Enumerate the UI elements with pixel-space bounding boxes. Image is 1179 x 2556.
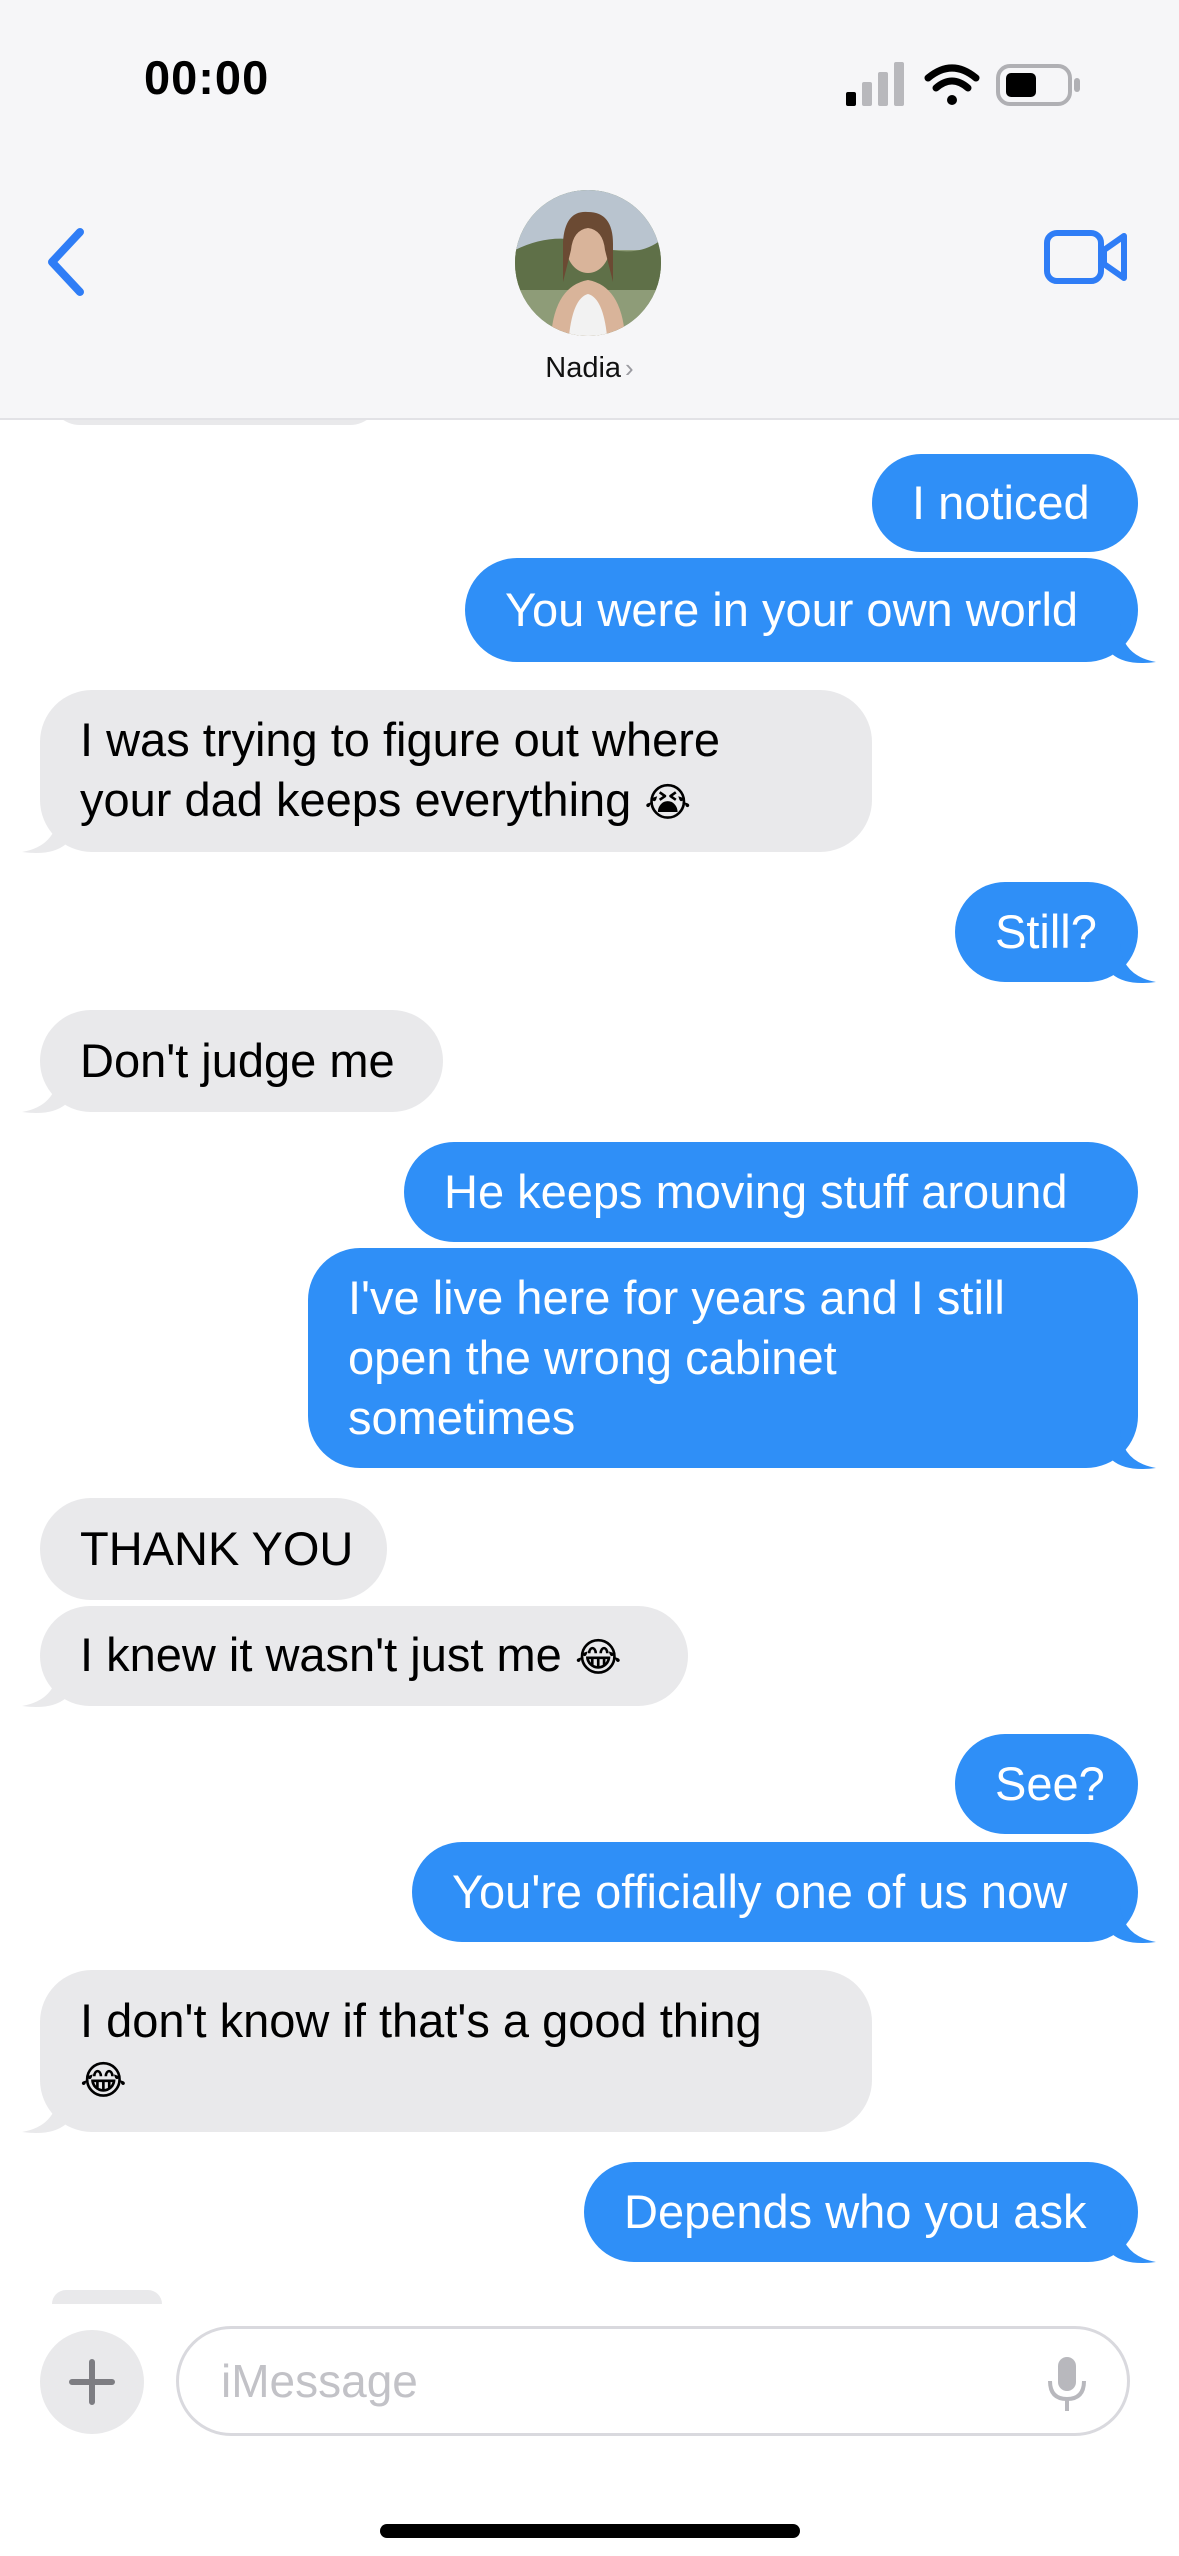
- message-bubble-received[interactable]: Don't judge me: [40, 1010, 443, 1112]
- home-indicator[interactable]: [380, 2524, 800, 2538]
- crying-emoji: 😭: [644, 779, 692, 826]
- microphone-icon[interactable]: [1045, 2355, 1089, 2413]
- message-bubble-sent[interactable]: You're officially one of us now: [412, 1842, 1138, 1942]
- bubble-tail: [1112, 944, 1156, 983]
- battery-icon: [996, 64, 1080, 106]
- chevron-right-icon: ›: [625, 353, 634, 383]
- bubble-tail: [22, 814, 66, 853]
- message-input[interactable]: iMessage: [176, 2326, 1130, 2436]
- plus-icon: [69, 2359, 115, 2405]
- contact-avatar[interactable]: [515, 190, 661, 336]
- message-bubble-sent[interactable]: I noticed: [872, 454, 1138, 552]
- message-bubble-received[interactable]: I knew it wasn't just me 😂: [40, 1606, 688, 1706]
- back-chevron-icon[interactable]: [40, 222, 100, 302]
- contact-name[interactable]: Nadia ›: [0, 352, 1179, 385]
- status-icons: [846, 62, 1080, 106]
- message-bubble-sent[interactable]: Depends who you ask: [584, 2162, 1138, 2262]
- bubble-tail: [1112, 624, 1156, 663]
- status-time: 00:00: [144, 51, 270, 104]
- message-bubble-sent[interactable]: He keeps moving stuff around: [404, 1142, 1138, 1242]
- message-bubble-received[interactable]: I don't know if that's a good thing 😂: [40, 1970, 872, 2132]
- message-bubble-sent[interactable]: Still?: [955, 882, 1138, 982]
- message-bubble-sent[interactable]: I've live here for years and I still ope…: [308, 1248, 1138, 1468]
- clipped-received-bubble: [52, 2290, 162, 2304]
- laughing-emoji: 😂: [574, 1634, 622, 1681]
- video-camera-icon[interactable]: [1044, 228, 1128, 286]
- bubble-tail: [1112, 2224, 1156, 2263]
- bubble-tail: [1112, 1430, 1156, 1469]
- bubble-tail: [22, 1668, 66, 1707]
- message-bubble-received[interactable]: I was trying to figure out where your da…: [40, 690, 872, 852]
- contact-name-label: Nadia: [545, 352, 622, 384]
- message-bubble-received[interactable]: THANK YOU: [40, 1498, 387, 1600]
- message-bubble-sent[interactable]: You were in your own world: [465, 558, 1138, 662]
- cellular-signal-icon: [846, 62, 904, 106]
- bubble-tail: [22, 2094, 66, 2133]
- bubble-tail: [1112, 1904, 1156, 1943]
- wifi-icon: [924, 64, 980, 105]
- bubble-tail: [22, 1074, 66, 1113]
- message-input-placeholder: iMessage: [221, 2355, 418, 2407]
- message-bubble-sent[interactable]: See?: [955, 1734, 1138, 1834]
- conversation-header: 00:00 Nadia ›: [0, 0, 1179, 420]
- laughing-emoji: 😂: [80, 2058, 127, 2104]
- message-composer: iMessage: [0, 2290, 1179, 2556]
- plus-button[interactable]: [40, 2330, 144, 2434]
